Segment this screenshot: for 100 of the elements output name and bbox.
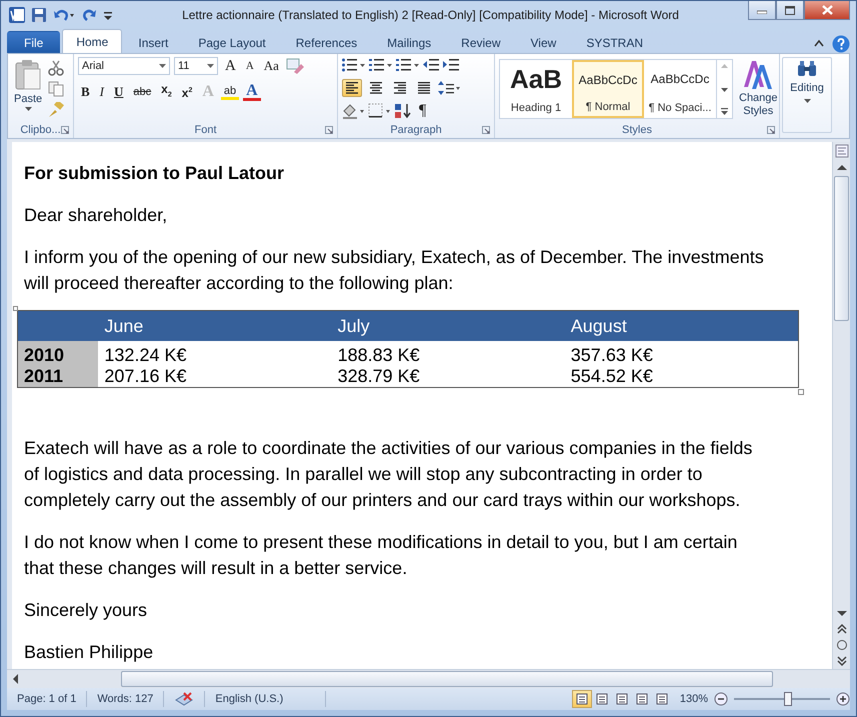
group-label: Styles	[622, 124, 652, 136]
strikethrough-button[interactable]: abc	[130, 84, 154, 100]
close-icon	[822, 5, 832, 15]
style-option[interactable]: AaBbCcDc ¶ Normal	[572, 60, 644, 118]
table-cell: 132.24 K€	[98, 341, 332, 366]
view-icon	[636, 693, 648, 705]
editing-button[interactable]: Editing	[782, 57, 832, 133]
style-option[interactable]: AaB Heading 1	[500, 60, 572, 118]
ribbon-tab[interactable]: Insert	[124, 31, 182, 53]
paragraph: I do not know when I come to present these modifications in detail to you, but I am certain that these changes will result in a better service.	[24, 531, 738, 580]
save-icon[interactable]	[31, 7, 47, 23]
binoculars-icon	[797, 60, 817, 78]
superscript-button[interactable]: x$^{2}$	[178, 83, 196, 102]
dialog-launcher-icon[interactable]	[767, 126, 775, 134]
undo-icon[interactable]	[53, 7, 75, 23]
multilevel-list-icon[interactable]	[396, 57, 419, 73]
align-icon	[346, 82, 358, 94]
previous-page-icon[interactable]	[836, 623, 848, 635]
borders-icon[interactable]	[368, 103, 390, 119]
view-icon	[616, 693, 628, 705]
caret-icon	[24, 107, 32, 111]
ribbon-tab[interactable]: Page Layout	[184, 31, 280, 53]
minimize-button[interactable]	[748, 1, 776, 20]
maximize-button[interactable]	[776, 1, 804, 20]
paste-button[interactable]: Paste	[12, 57, 44, 122]
slider-thumb[interactable]	[784, 692, 792, 706]
vertical-scrollbar[interactable]	[832, 142, 850, 669]
zoom-in-icon[interactable]	[836, 692, 850, 706]
clear-format-icon[interactable]	[286, 58, 304, 74]
align-icon	[370, 82, 382, 94]
language[interactable]: English (U.S.)	[205, 691, 326, 707]
collapse-ribbon-icon[interactable]	[814, 39, 824, 47]
maximize-icon	[785, 6, 795, 14]
horizontal-scrollbar[interactable]	[7, 669, 850, 688]
group-label: Font	[194, 124, 216, 136]
scroll-down-icon[interactable]	[836, 609, 848, 619]
print-layout-button[interactable]	[572, 690, 592, 708]
bullets-icon[interactable]	[342, 57, 365, 73]
next-page-icon[interactable]	[836, 655, 848, 667]
decrease-indent-icon[interactable]	[423, 58, 439, 72]
proofing-icon[interactable]	[174, 691, 194, 707]
grow-font-button[interactable]: A	[222, 58, 239, 74]
highlight-button[interactable]: ab	[220, 84, 240, 100]
browse-object-icon[interactable]	[836, 639, 848, 651]
italic-button[interactable]: I	[96, 84, 108, 100]
paragraph: Exatech will have as a role to coordinate the activities of our various companies in the fields of logistics and data processing. In parallel we will stop any subcontracting in order to completely carry out the assembly of our printers and our card trays within our workshops.	[24, 437, 754, 512]
bold-button[interactable]: B	[78, 84, 93, 100]
ribbon-tab[interactable]: SYSTRAN	[572, 31, 657, 53]
file-tab[interactable]: File	[7, 31, 60, 53]
paragraph: Dear shareholder,	[24, 204, 168, 227]
font-name-field[interactable]: Arial	[78, 57, 170, 75]
style-option[interactable]: AaBbCcDc ¶ No Spaci...	[644, 60, 716, 118]
underline-button[interactable]: U	[111, 84, 126, 100]
shrink-font-button[interactable]: A	[242, 58, 257, 74]
ribbon-tab[interactable]: Review	[447, 31, 515, 53]
header-cell: August	[564, 310, 798, 341]
paragraph: Bastien Philippe	[24, 641, 154, 664]
ribbon-tab[interactable]: References	[282, 31, 372, 53]
row-header-cell: 2010	[18, 341, 98, 366]
increase-indent-icon[interactable]	[443, 58, 459, 72]
table-resize-handle-icon[interactable]	[798, 389, 804, 395]
word-count[interactable]: Words: 127	[87, 691, 164, 707]
table-move-handle-icon[interactable]	[13, 306, 18, 311]
dialog-launcher-icon[interactable]	[482, 126, 490, 134]
ruler-toggle-icon[interactable]	[834, 144, 848, 158]
scroll-up-icon[interactable]	[836, 162, 848, 172]
word-logo-icon[interactable]	[9, 7, 25, 23]
view-icon	[576, 693, 588, 705]
zoom-level[interactable]: 130%	[672, 693, 714, 705]
page-count[interactable]: Page: 1 of 1	[7, 691, 88, 707]
zoom-out-icon[interactable]	[714, 692, 728, 706]
scroll-thumb[interactable]	[834, 176, 849, 321]
shading-icon[interactable]	[342, 103, 364, 119]
sort-icon[interactable]	[394, 103, 412, 119]
help-icon[interactable]	[832, 35, 850, 53]
font-size-field[interactable]: 11	[174, 57, 218, 75]
redo-icon[interactable]	[81, 7, 97, 23]
copy-icon[interactable]	[48, 81, 64, 97]
show-marks-button[interactable]: ¶	[416, 103, 430, 119]
close-button[interactable]	[804, 1, 850, 20]
document-heading: For submission to Paul Latour	[24, 162, 286, 185]
font-color-button[interactable]: A	[243, 84, 261, 101]
scroll-left-icon[interactable]	[11, 673, 21, 685]
change-styles-button[interactable]: Change Styles	[737, 57, 780, 122]
row-header-cell: 2011	[18, 366, 98, 388]
subscript-button[interactable]: x$_{2}$	[158, 81, 175, 104]
view-icon	[596, 693, 608, 705]
numbering-icon[interactable]	[369, 57, 392, 73]
caret-icon	[804, 99, 810, 103]
dialog-launcher-icon[interactable]	[61, 126, 69, 134]
line-spacing-icon[interactable]	[438, 81, 460, 95]
ribbon-tab[interactable]: Home	[62, 29, 122, 53]
scroll-thumb[interactable]	[121, 671, 773, 687]
align-icon	[418, 82, 430, 94]
dialog-launcher-icon[interactable]	[325, 126, 333, 134]
cut-icon[interactable]	[48, 60, 64, 76]
align-left-button[interactable]	[342, 79, 362, 97]
ribbon-tab[interactable]: Mailings	[373, 31, 446, 53]
ribbon-tab[interactable]: View	[516, 31, 570, 53]
change-case-button[interactable]: Aa	[260, 58, 282, 74]
